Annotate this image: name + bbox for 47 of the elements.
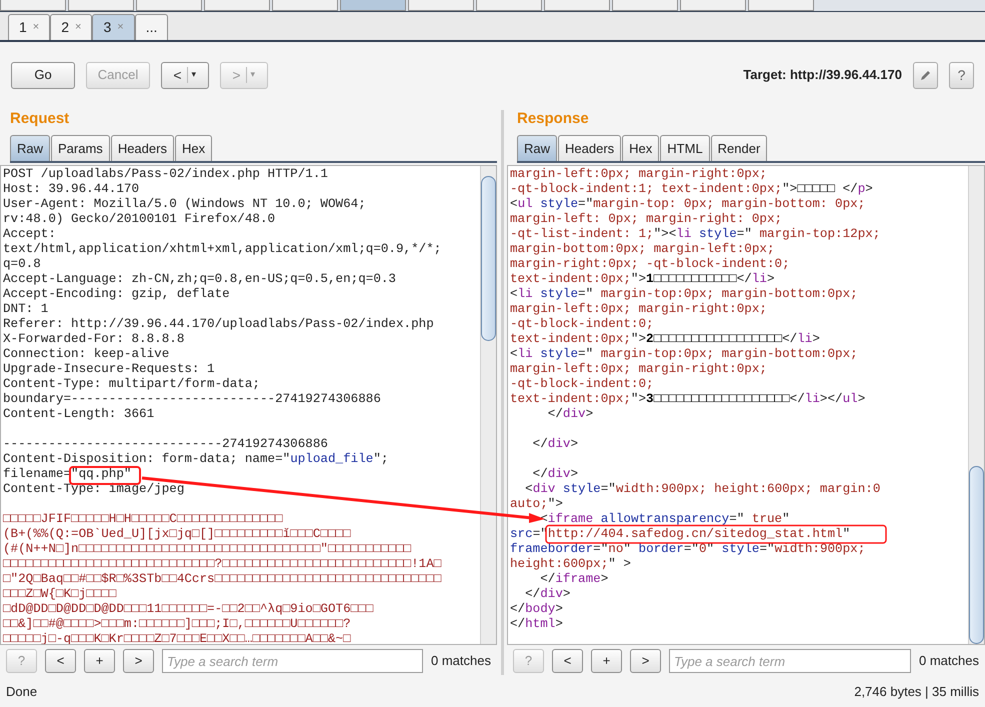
scrollbar[interactable] — [480, 166, 496, 644]
tool-tab[interactable] — [340, 0, 406, 11]
view-tab[interactable]: Headers — [110, 135, 174, 161]
search-nav-button[interactable]: > — [630, 649, 661, 673]
session-tab[interactable]: 2 × — [50, 14, 92, 40]
tool-tab[interactable] — [204, 0, 270, 11]
tool-tab[interactable] — [136, 0, 202, 11]
view-tab[interactable]: Render — [710, 135, 768, 161]
view-tab[interactable]: Hex — [622, 135, 660, 161]
help-button[interactable]: ? — [949, 62, 974, 88]
session-tab[interactable]: ... — [134, 14, 168, 40]
session-tab[interactable]: 1 × — [8, 14, 50, 40]
tool-tab[interactable] — [680, 0, 746, 11]
view-tab[interactable]: Raw — [517, 135, 558, 161]
status-text: Done — [6, 683, 38, 702]
panel-title: Request — [9, 109, 70, 129]
tool-tab[interactable] — [408, 0, 474, 11]
panel-title: Response — [516, 109, 590, 129]
tool-tab[interactable] — [68, 0, 134, 11]
search-nav-button[interactable]: + — [591, 649, 622, 673]
search-nav-button[interactable]: < — [45, 649, 76, 673]
view-tab[interactable]: HTML — [660, 135, 710, 161]
response-stats: 2,746 bytes | 35 millis — [854, 683, 979, 702]
edit-button[interactable] — [913, 62, 938, 88]
match-count: 0 matches — [919, 652, 980, 670]
search-nav-button[interactable]: < — [552, 649, 583, 673]
session-tab[interactable]: 3 × — [92, 14, 135, 40]
tool-tab[interactable] — [544, 0, 610, 11]
view-tab[interactable]: Hex — [174, 135, 212, 161]
target-label: Target: http://39.96.44.170 — [743, 66, 902, 84]
tool-tab[interactable] — [612, 0, 678, 11]
history-button[interactable]: < ▾ — [161, 62, 209, 88]
search-field[interactable]: Type a search term — [162, 649, 424, 673]
search-field[interactable]: Type a search term — [669, 649, 912, 673]
search-nav-button[interactable]: + — [84, 649, 115, 673]
view-tab[interactable]: Params — [51, 135, 110, 161]
tool-tab[interactable] — [0, 0, 66, 11]
view-tab[interactable]: Headers — [558, 135, 622, 161]
go-button[interactable]: Go — [11, 62, 75, 88]
pencil-icon — [920, 69, 932, 81]
tool-tab[interactable] — [748, 0, 814, 11]
tool-tab[interactable] — [476, 0, 542, 11]
scrollbar[interactable] — [968, 166, 984, 644]
tool-tab[interactable] — [272, 0, 338, 11]
search-nav-button[interactable]: > — [123, 649, 154, 673]
view-tab[interactable]: Raw — [10, 135, 50, 161]
match-count: 0 matches — [431, 652, 492, 670]
